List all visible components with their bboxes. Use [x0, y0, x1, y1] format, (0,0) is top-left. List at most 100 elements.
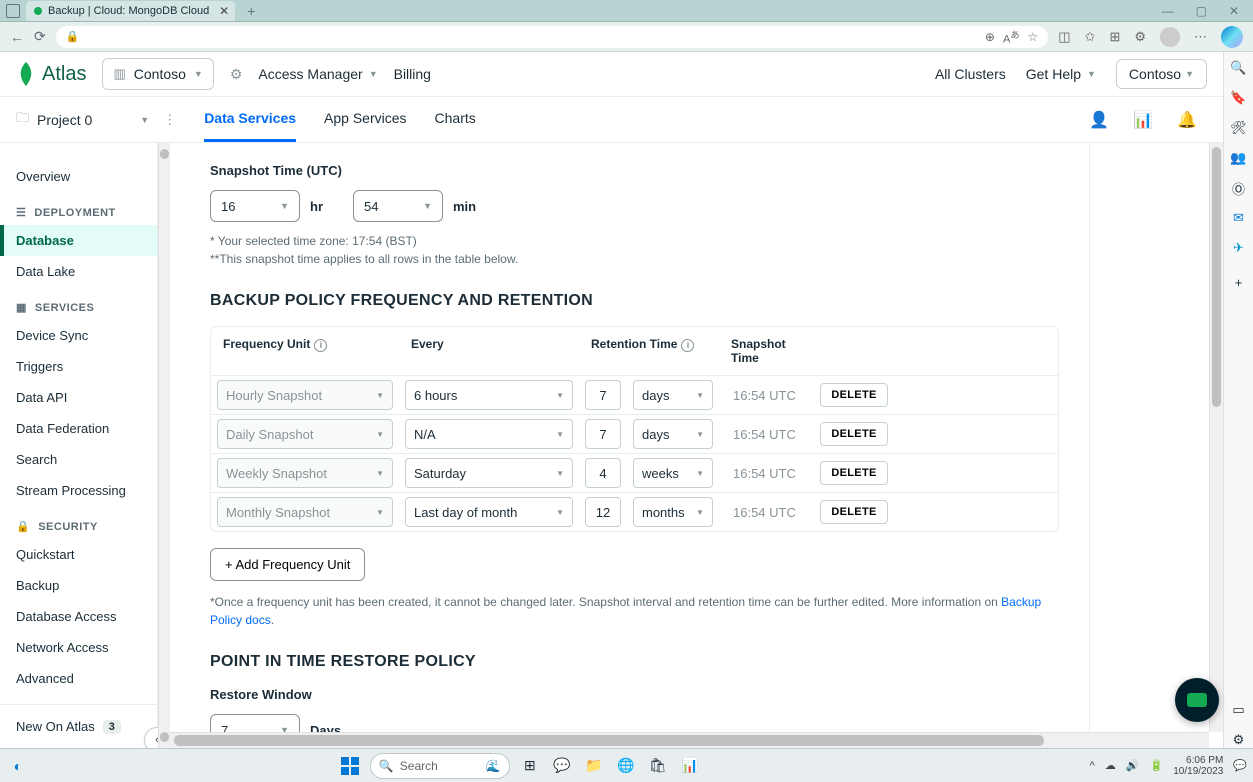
freq-unit-select[interactable]: Weekly Snapshot▼ [217, 458, 393, 488]
delete-row-button[interactable]: DELETE [820, 461, 887, 485]
teams-icon[interactable]: 💬 [550, 754, 574, 778]
collections-icon[interactable]: ⊞ [1109, 29, 1120, 45]
nav-back-icon[interactable]: ← [10, 29, 24, 45]
every-select[interactable]: Saturday▼ [405, 458, 573, 488]
invite-icon[interactable]: 👤 [1089, 110, 1109, 130]
info-icon[interactable]: i [681, 339, 694, 352]
tab-data-services[interactable]: Data Services [204, 97, 296, 142]
store-icon[interactable]: 🛍 [646, 754, 670, 778]
freq-unit-select[interactable]: Monthly Snapshot▼ [217, 497, 393, 527]
delete-row-button[interactable]: DELETE [820, 500, 887, 524]
user-menu-button[interactable]: Contoso▼ [1116, 59, 1207, 89]
org-selector[interactable]: ▥ Contoso ▼ [102, 58, 213, 90]
sidebar-backup[interactable]: Backup [0, 570, 157, 601]
nav-refresh-icon[interactable]: ⟳ [34, 28, 46, 45]
rail-outlook-icon[interactable]: ✉ [1231, 210, 1247, 226]
window-minimize[interactable]: — [1162, 4, 1174, 18]
retention-value[interactable]: 12 [585, 497, 621, 527]
favorites-icon[interactable]: ✩ [1085, 29, 1096, 45]
freq-unit-select[interactable]: Daily Snapshot▼ [217, 419, 393, 449]
rail-send-icon[interactable]: ✈ [1231, 240, 1247, 256]
browser-tab[interactable]: Backup | Cloud: MongoDB Cloud ✕ [26, 1, 235, 21]
retention-unit-select[interactable]: months▼ [633, 497, 713, 527]
rail-shopping-icon[interactable]: 🔖 [1231, 90, 1247, 106]
edge-icon[interactable]: 🌐 [614, 754, 638, 778]
every-select[interactable]: Last day of month▼ [405, 497, 573, 527]
org-settings-icon[interactable]: ⚙ [230, 66, 243, 83]
get-help-link[interactable]: Get Help▼ [1026, 66, 1096, 82]
project-selector[interactable]: 🗀 Project 0 ▼ [16, 109, 149, 131]
sidebar-advanced[interactable]: Advanced [0, 663, 157, 694]
retention-unit-select[interactable]: days▼ [633, 380, 713, 410]
retention-unit-select[interactable]: days▼ [633, 419, 713, 449]
tabs-icon[interactable] [6, 4, 20, 18]
retention-value[interactable]: 4 [585, 458, 621, 488]
sidebar-database[interactable]: Database [0, 225, 157, 256]
explorer-icon[interactable]: 📁 [582, 754, 606, 778]
taskview-icon[interactable]: ⊞ [518, 754, 542, 778]
new-tab-button[interactable]: + [247, 3, 255, 19]
tab-app-services[interactable]: App Services [324, 97, 406, 142]
main-horizontal-scrollbar[interactable] [170, 732, 1209, 748]
every-select[interactable]: 6 hours▼ [405, 380, 573, 410]
info-icon[interactable]: i [314, 339, 327, 352]
zoom-icon[interactable]: ⊕ [985, 30, 995, 44]
copilot-icon[interactable] [1221, 26, 1243, 48]
rail-365-icon[interactable]: Ⓞ [1231, 180, 1247, 196]
sidebar-triggers[interactable]: Triggers [0, 351, 157, 382]
retention-value[interactable]: 7 [585, 380, 621, 410]
window-close[interactable]: ✕ [1229, 4, 1239, 18]
sidebar-search[interactable]: Search [0, 444, 157, 475]
every-select[interactable]: N/A▼ [405, 419, 573, 449]
extensions-icon[interactable]: ⚙ [1134, 29, 1146, 45]
sidebar-data-lake[interactable]: Data Lake [0, 256, 157, 287]
rail-tools-icon[interactable]: 🛠 [1231, 120, 1247, 136]
add-frequency-button[interactable]: + Add Frequency Unit [210, 548, 365, 581]
sidebar-new-on-atlas[interactable]: New On Atlas 3 ‹ [0, 704, 157, 748]
start-icon[interactable] [338, 754, 362, 778]
notifications-icon[interactable]: 🔔 [1177, 110, 1197, 130]
main-vertical-scrollbar[interactable] [1209, 143, 1223, 732]
sidebar-data-federation[interactable]: Data Federation [0, 413, 157, 444]
rail-people-icon[interactable]: 👥 [1231, 150, 1247, 166]
atlas-logo[interactable]: Atlas [16, 62, 86, 86]
tab-charts[interactable]: Charts [435, 97, 476, 142]
tray-chevron-icon[interactable]: ^ [1090, 760, 1095, 772]
sidebar-overview[interactable]: Overview [0, 161, 157, 192]
window-maximize[interactable]: ▢ [1196, 4, 1207, 18]
font-icon[interactable]: Aあ [1003, 27, 1020, 46]
access-manager-link[interactable]: Access Manager ▼ [258, 66, 377, 82]
rail-search-icon[interactable]: 🔍 [1231, 60, 1247, 76]
url-bar[interactable]: 🔒 ⊕ Aあ ☆ [56, 26, 1049, 48]
menu-icon[interactable]: ⋯ [1194, 29, 1207, 45]
favorite-icon[interactable]: ☆ [1027, 30, 1038, 44]
split-icon[interactable]: ◫ [1058, 29, 1070, 45]
tray-volume-icon[interactable]: 🔊 [1126, 759, 1140, 772]
sidebar-stream-processing[interactable]: Stream Processing [0, 475, 157, 506]
retention-value[interactable]: 7 [585, 419, 621, 449]
widgets-icon[interactable]: ◐ [6, 754, 30, 778]
rail-panel-icon[interactable]: ▭ [1231, 702, 1247, 718]
taskbar-search[interactable]: 🔍Search🌊 [370, 753, 510, 779]
snapshot-min-select[interactable]: 54▼ [353, 190, 443, 222]
sidebar-data-api[interactable]: Data API [0, 382, 157, 413]
sidebar-database-access[interactable]: Database Access [0, 601, 157, 632]
delete-row-button[interactable]: DELETE [820, 422, 887, 446]
profile-avatar[interactable] [1160, 27, 1180, 47]
taskbar-clock[interactable]: 6:06 PM 10/19/2023 [1173, 755, 1223, 777]
tray-cloud-icon[interactable]: ☁ [1105, 759, 1116, 772]
sidebar-quickstart[interactable]: Quickstart [0, 539, 157, 570]
project-menu-icon[interactable]: ⋮ [163, 112, 176, 128]
billing-link[interactable]: Billing [394, 66, 431, 82]
delete-row-button[interactable]: DELETE [820, 383, 887, 407]
sidebar-device-sync[interactable]: Device Sync [0, 320, 157, 351]
chat-fab[interactable] [1175, 678, 1219, 722]
app-icon[interactable]: 📊 [678, 754, 702, 778]
rail-settings-icon[interactable]: ⚙ [1231, 732, 1247, 748]
rail-add-icon[interactable]: + [1231, 274, 1247, 290]
activity-icon[interactable]: 📊 [1133, 110, 1153, 130]
freq-unit-select[interactable]: Hourly Snapshot▼ [217, 380, 393, 410]
sidebar-scrollbar[interactable] [158, 143, 170, 748]
snapshot-hour-select[interactable]: 16▼ [210, 190, 300, 222]
all-clusters-link[interactable]: All Clusters [935, 66, 1006, 82]
